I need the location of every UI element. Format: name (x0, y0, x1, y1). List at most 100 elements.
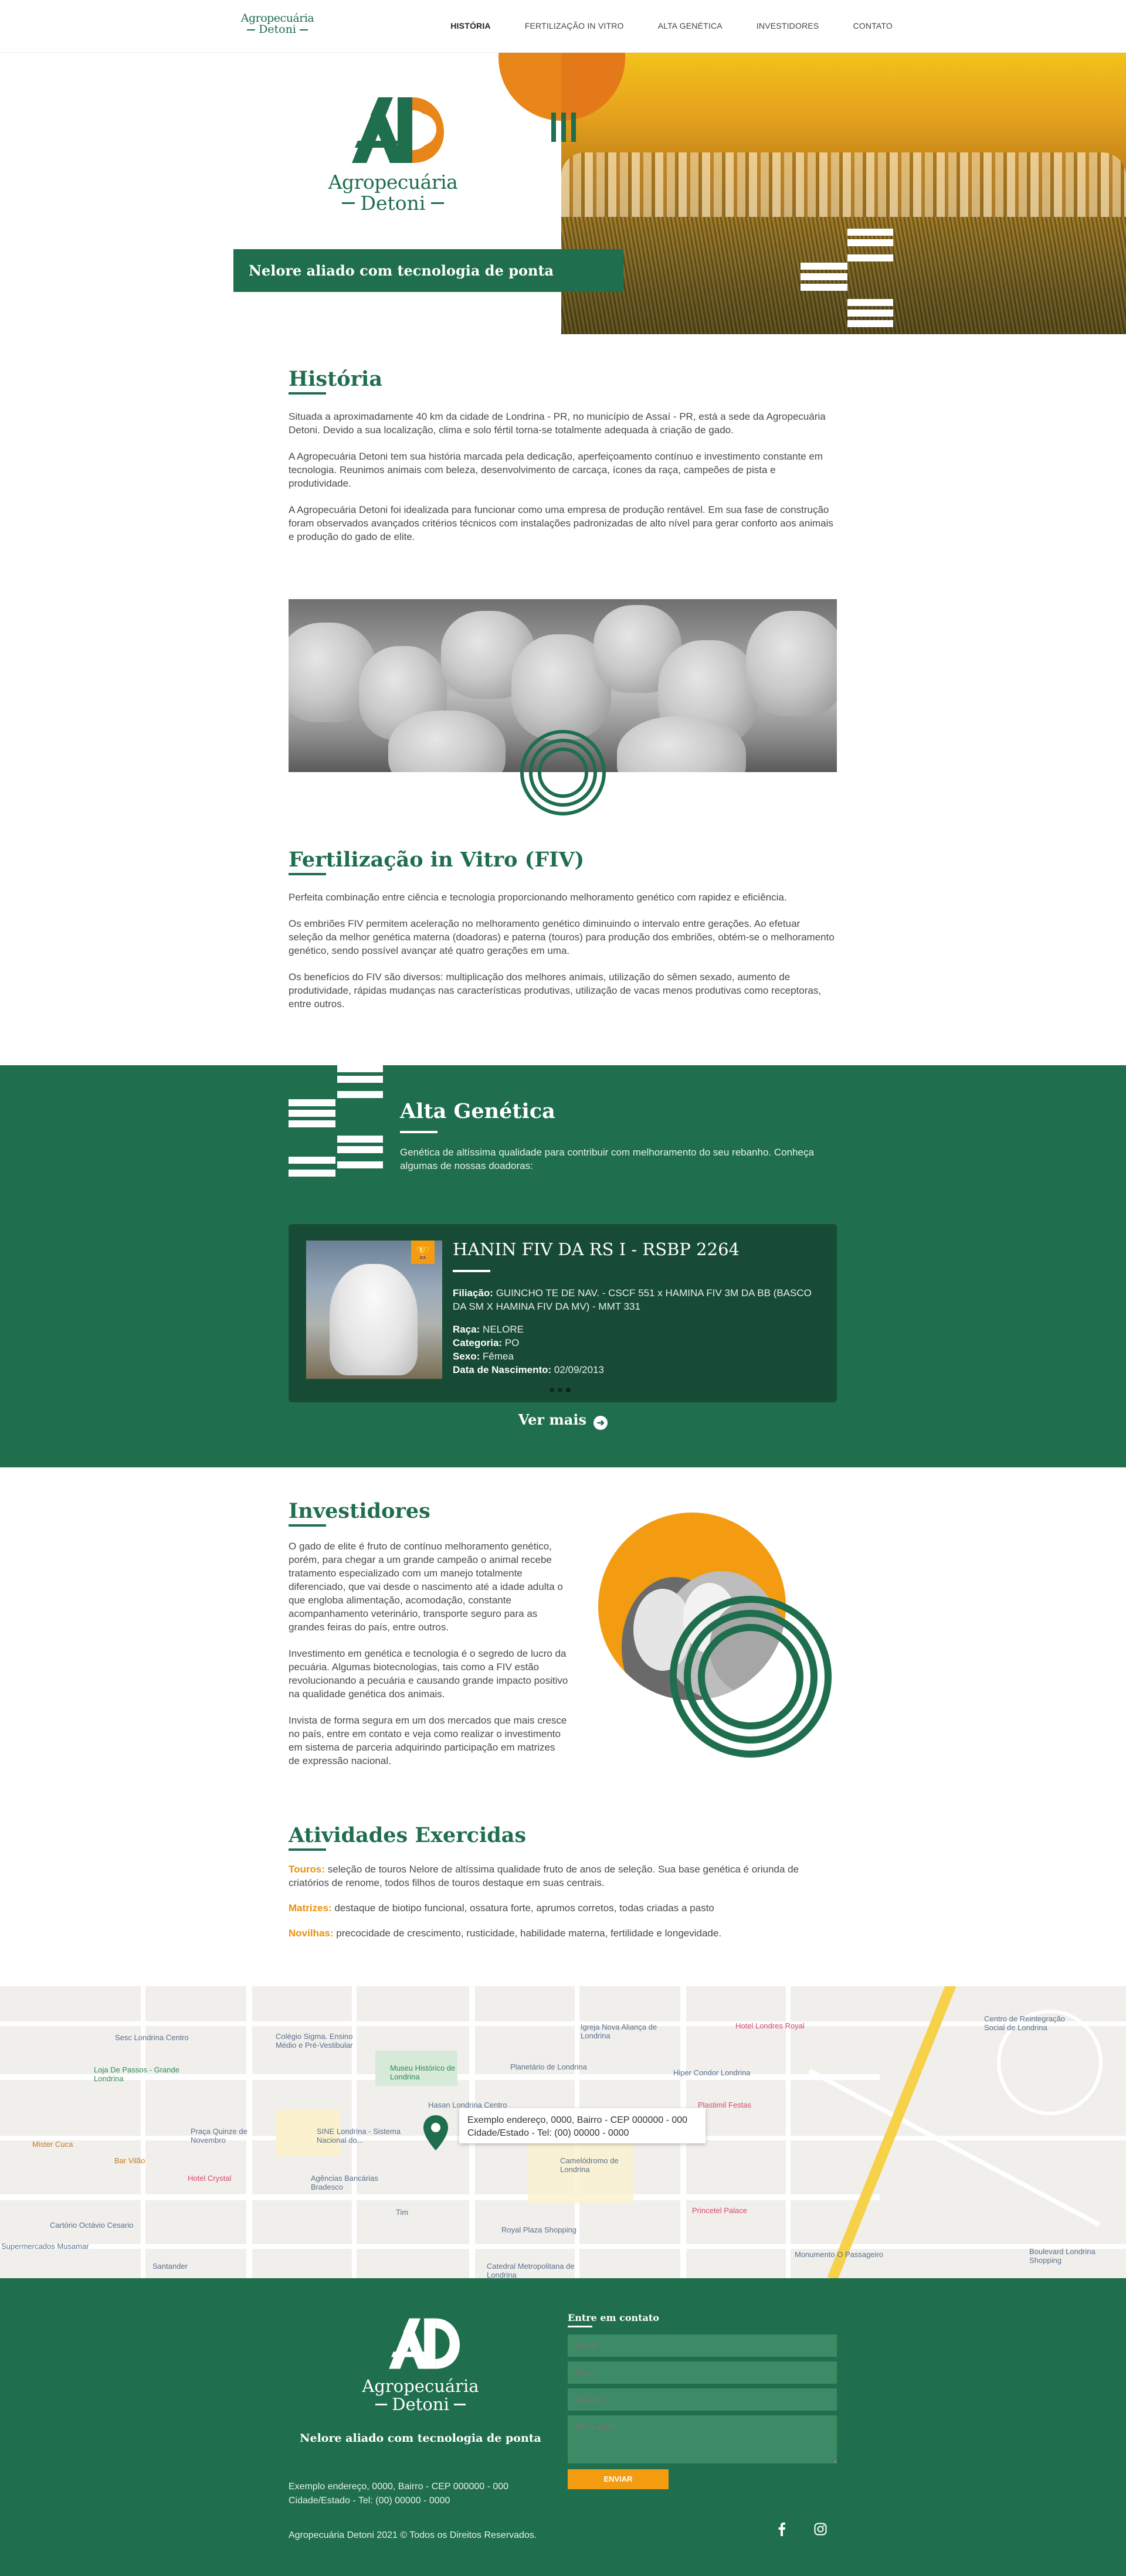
nav-investidores[interactable]: Investidores (757, 21, 819, 30)
fiv-title: Fertilização in Vitro (FIV) (289, 848, 585, 872)
historia-paragraph: Situada a aproximadamente 40 km da cidad… (289, 411, 826, 436)
footer-tagline: Nelore aliado com tecnologia de ponta (300, 2432, 541, 2445)
social-links (778, 2522, 827, 2536)
instagram-icon[interactable] (814, 2523, 827, 2536)
map-label: Camelódromo de Londrina (560, 2156, 619, 2174)
hero-banner: Agropecuária Detoni Nelore aliado com te… (0, 53, 1126, 334)
map-info-contact: Cidade/Estado - Tel: (00) 00000 - 0000 (467, 2128, 629, 2138)
email-field[interactable] (568, 2361, 837, 2384)
carousel-dots (550, 1388, 571, 1392)
subject-field[interactable] (568, 2388, 837, 2411)
carousel-dot[interactable] (558, 1388, 562, 1392)
alta-title: Alta Genética (400, 1099, 555, 1123)
main-nav: História Fertilização in Vitro Alta Gené… (450, 21, 893, 30)
nav-alta-genetica[interactable]: Alta Genética (658, 21, 723, 30)
facebook-icon[interactable] (778, 2522, 786, 2536)
donor-filiacao: Filiação: GUINCHO TE DE NAV. - CSCF 551 … (453, 1287, 812, 1312)
map-label: Plastimil Festas (698, 2101, 752, 2109)
fiv-paragraph: Perfeita combinação entre ciência e tecn… (289, 892, 787, 903)
decorative-rings (520, 730, 606, 815)
investidores-section: Investidores O gado de elite é fruto de … (289, 1499, 569, 1768)
site-header: Agropecuária Detoni História Fertilizaçã… (0, 0, 1126, 53)
map-label: Centro de Reintegração Social de Londrin… (984, 2014, 1066, 2032)
hero-cattle-photo (561, 53, 1126, 334)
location-map[interactable]: Sesc Londrina Centro Colégio Sigma. Ensi… (0, 1986, 1126, 2278)
map-label: Hiper Condor Londrina (673, 2068, 751, 2077)
atividades-title: Atividades Exercidas (289, 1823, 527, 1847)
investidores-paragraph: Invista de forma segura em um dos mercad… (289, 1715, 567, 1766)
map-label: Catedral Metropolitana de Londrina (487, 2262, 575, 2278)
map-label: Igreja Nova Aliança de Londrina (581, 2023, 657, 2040)
map-label: SINE Londrina - Sistema Nacional do... (317, 2127, 401, 2145)
donor-categoria: Categoria: PO (453, 1337, 520, 1348)
map-label: Monumento O Passageiro (795, 2250, 884, 2259)
atividade-item: Touros: seleção de touros Nelore de altí… (289, 1864, 799, 1888)
site-footer: Agropecuária Detoni Nelore aliado com te… (0, 2278, 1126, 2576)
map-label: Bar Vilão (114, 2156, 145, 2165)
footer-logo-line1: Agropecuária (362, 2376, 479, 2396)
donor-card: 🏆 HANIN FIV DA RS I - RSBP 2264 Filiação… (289, 1224, 837, 1402)
trophy-icon: 🏆 (411, 1241, 435, 1264)
map-label: Agências Bancárias Bradesco (311, 2174, 378, 2191)
nav-contato[interactable]: Contato (853, 21, 893, 30)
alta-genetica-section: Alta Genética Genética de altíssima qual… (0, 1065, 1126, 1467)
investidores-paragraph: O gado de elite é fruto de contínuo melh… (289, 1541, 563, 1633)
alta-description: Genética de altíssima qualidade para con… (400, 1147, 814, 1171)
map-label: Hotel Crystal (188, 2174, 232, 2183)
name-field[interactable] (568, 2334, 837, 2357)
investidores-illustration (598, 1513, 832, 1758)
atividade-item: Matrizes: destaque de biotipo funcional,… (289, 1902, 714, 1914)
fiv-section: Fertilização in Vitro (FIV) Perfeita com… (289, 848, 837, 1011)
map-label: Tim (396, 2208, 409, 2217)
nav-fertilizacao[interactable]: Fertilização in Vitro (525, 21, 624, 30)
map-label: Cartório Octávio Cesario (50, 2221, 134, 2230)
arrow-right-icon: ➜ (593, 1416, 608, 1430)
footer-address: Exemplo endereço, 0000, Bairro - CEP 000… (289, 2482, 509, 2506)
donor-name: HANIN FIV DA RS I - RSBP 2264 (453, 1239, 740, 1259)
fiv-paragraph: Os benefícios do FIV são diversos: multi… (289, 971, 822, 1010)
logo-ad-mark-icon (352, 97, 445, 163)
map-label: Praça Quinze de Novembro (191, 2127, 247, 2145)
historia-title: História (289, 367, 382, 391)
historia-paragraph: A Agropecuária Detoni foi idealizada par… (289, 504, 833, 542)
map-label: Princetel Palace (692, 2206, 747, 2215)
map-label: Royal Plaza Shopping (501, 2225, 576, 2234)
investidores-paragraph: Investimento em genética e tecnologia é … (289, 1648, 568, 1700)
hero-logo: Agropecuária Detoni (311, 94, 475, 213)
atividade-item: Novilhas: precocidade de crescimento, ru… (289, 1928, 722, 1939)
contact-title: Entre em contato (568, 2312, 659, 2323)
map-label: Colégio Sigma. Ensino Médio e Pré-Vestib… (276, 2032, 353, 2050)
send-button[interactable]: ENVIAR (568, 2469, 669, 2489)
atividades-section: Atividades Exercidas Touros: seleção de … (289, 1823, 837, 1940)
fiv-paragraph: Os embriões FIV permitem aceleração no m… (289, 918, 835, 956)
map-info-box: Exemplo endereço, 0000, Bairro - CEP 000… (459, 2108, 706, 2143)
map-label: Loja De Passos - Grande Londrina (94, 2065, 179, 2083)
ver-mais-link[interactable]: Ver mais ➜ (518, 1411, 608, 1430)
investidores-title: Investidores (289, 1499, 430, 1523)
carousel-dot[interactable] (550, 1388, 554, 1392)
map-label: Supermercados Musamar (1, 2242, 89, 2251)
historia-section: História Situada a aproximadamente 40 km… (289, 367, 837, 543)
logo-ad-mark-icon (389, 2318, 460, 2369)
hero-tagline: Nelore aliado com tecnologia de ponta (233, 249, 623, 292)
footer-copyright: Agropecuária Detoni 2021 © Todos os Dire… (289, 2530, 537, 2540)
map-info-address: Exemplo endereço, 0000, Bairro - CEP 000… (467, 2115, 688, 2125)
footer-logo: Agropecuária Detoni (344, 2315, 497, 2413)
map-label: Santander (152, 2262, 188, 2271)
donor-sexo: Sexo: Fêmea (453, 1351, 514, 1362)
map-label: Planetário de Londrina (510, 2062, 587, 2071)
hero-logo-line2: Detoni (360, 192, 426, 215)
donor-raca: Raça: NELORE (453, 1324, 524, 1335)
historia-paragraph: A Agropecuária Detoni tem sua história m… (289, 451, 823, 489)
map-label: Boulevard Londrina Shopping (1029, 2247, 1096, 2265)
footer-logo-line2: Detoni (392, 2394, 449, 2414)
donor-nascimento: Data de Nascimento: 02/09/2013 (453, 1364, 604, 1375)
message-field[interactable] (568, 2415, 837, 2463)
header-logo[interactable]: Agropecuária Detoni (233, 13, 321, 35)
map-label: Museu Histórico de Londrina (390, 2064, 456, 2081)
nav-historia[interactable]: História (450, 21, 491, 30)
map-pin-icon[interactable] (422, 2114, 449, 2152)
header-logo-line2: Detoni (259, 23, 296, 36)
map-label: Hotel Londres Royal (735, 2021, 805, 2030)
carousel-dot[interactable] (566, 1388, 571, 1392)
